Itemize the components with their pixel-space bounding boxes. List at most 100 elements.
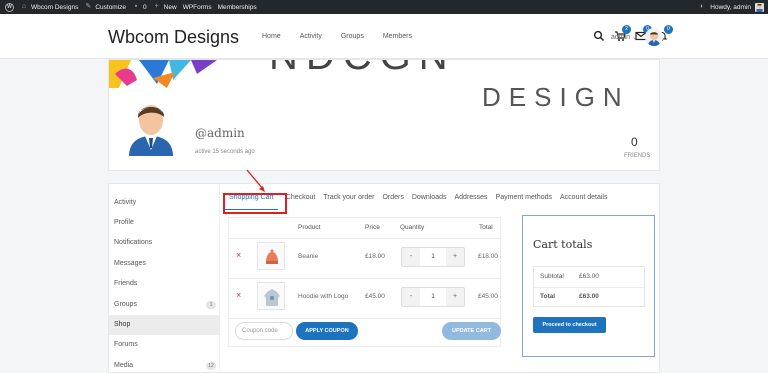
admin-bar-site-name: Wbcom Designs bbox=[31, 3, 79, 11]
tab-checkout[interactable]: Checkout bbox=[286, 194, 316, 210]
search-icon[interactable] bbox=[593, 30, 605, 42]
row-divider bbox=[229, 318, 502, 319]
admin-bar-howdy[interactable]: Howdy, admin bbox=[710, 4, 751, 11]
hoodie-icon[interactable] bbox=[257, 282, 285, 310]
admin-bar-avatar[interactable] bbox=[755, 2, 764, 12]
comment-icon: ▪ bbox=[134, 3, 138, 10]
cart-totals: Cart totals Subtotal £63.00 Total £63.00… bbox=[522, 215, 655, 357]
update-cart-button[interactable]: UPDATE CART bbox=[442, 322, 501, 340]
sidebar-item-label: Messages bbox=[114, 260, 146, 267]
cart-table: Product Price Quantity Total × Beanie £1… bbox=[228, 217, 502, 347]
profile-content: Activity Profile Notifications Messages … bbox=[108, 169, 660, 373]
friends-count[interactable]: 0 bbox=[631, 135, 638, 149]
admin-bar-memberships[interactable]: Memberships bbox=[218, 4, 257, 11]
sidebar-item-label: Friends bbox=[114, 280, 138, 287]
sidebar-item-label: Notifications bbox=[114, 239, 153, 246]
sidebar-item-friends[interactable]: Friends bbox=[109, 274, 220, 294]
profile-sidebar: Activity Profile Notifications Messages … bbox=[109, 184, 220, 373]
sidebar-item-label: Activity bbox=[114, 199, 137, 206]
admin-bar-customize-label: Customize bbox=[95, 3, 127, 11]
header-price: Price bbox=[365, 224, 380, 231]
chevron-down-icon: ⌄ bbox=[632, 34, 638, 41]
tab-account-details[interactable]: Account details bbox=[560, 194, 607, 210]
quantity-stepper[interactable]: - 1 + bbox=[401, 247, 465, 267]
notifications-badge: 0 bbox=[664, 25, 673, 34]
beanie-icon[interactable] bbox=[257, 242, 285, 270]
admin-bar: W ⌂ Wbcom Designs ✎ Customize ▪ 0 + New … bbox=[0, 0, 768, 14]
product-total: £18.00 bbox=[478, 253, 498, 260]
shop-tabs: Shopping Cart Checkout Track your order … bbox=[225, 194, 615, 210]
brush-icon: ✎ bbox=[85, 3, 92, 10]
annotation-arrow-icon bbox=[246, 169, 265, 192]
wordpress-logo-icon[interactable]: W bbox=[5, 2, 14, 12]
admin-bar-comments[interactable]: ▪ 0 bbox=[132, 3, 147, 11]
tab-track-order[interactable]: Track your order bbox=[323, 194, 374, 210]
tab-payment-methods[interactable]: Payment methods bbox=[496, 194, 552, 210]
admin-bar-memberships-label: Memberships bbox=[217, 3, 257, 11]
sidebar-item-profile[interactable]: Profile bbox=[109, 213, 220, 233]
coupon-code-input[interactable]: Coupon code bbox=[235, 322, 293, 340]
cart-totals-title: Cart totals bbox=[533, 238, 593, 251]
tab-addresses[interactable]: Addresses bbox=[454, 194, 487, 210]
subtotal-label: Subtotal bbox=[540, 273, 564, 280]
remove-item-icon[interactable]: × bbox=[236, 250, 241, 260]
row-divider bbox=[229, 238, 502, 239]
quantity-plus-button[interactable]: + bbox=[446, 288, 464, 306]
tab-shopping-cart[interactable]: Shopping Cart bbox=[225, 194, 278, 210]
cover-logo-text-top: NDCGN bbox=[269, 60, 456, 79]
apply-coupon-button[interactable]: APPLY COUPON bbox=[296, 322, 358, 340]
sidebar-item-media[interactable]: Media 12 bbox=[109, 356, 220, 373]
admin-bar-wpforms-label: WPForms bbox=[182, 3, 212, 11]
site-title[interactable]: Wbcom Designs bbox=[108, 27, 239, 48]
nav-home[interactable]: Home bbox=[262, 33, 281, 40]
header-product: Product bbox=[298, 224, 321, 231]
groups-count-badge: 1 bbox=[206, 301, 216, 309]
quantity-plus-button[interactable]: + bbox=[446, 248, 464, 266]
user-menu-label: admin bbox=[611, 34, 631, 41]
total-row: Total £63.00 bbox=[534, 287, 646, 307]
admin-bar-comments-count: 0 bbox=[143, 3, 147, 11]
product-name[interactable]: Hoodie with Logo bbox=[298, 293, 348, 300]
quantity-value[interactable]: 1 bbox=[420, 248, 446, 266]
admin-bar-site[interactable]: ⌂ Wbcom Designs bbox=[20, 3, 78, 11]
sidebar-item-forums[interactable]: Forums bbox=[109, 335, 220, 355]
friends-label: FRIENDS bbox=[624, 153, 651, 159]
sidebar-item-groups[interactable]: Groups 1 bbox=[109, 295, 220, 315]
sidebar-item-label: Profile bbox=[114, 219, 134, 226]
sidebar-item-label: Media bbox=[114, 362, 134, 369]
profile-last-active: active 15 seconds ago bbox=[195, 149, 255, 155]
nav-groups[interactable]: Groups bbox=[341, 33, 364, 40]
remove-item-icon[interactable]: × bbox=[236, 290, 241, 300]
subtotal-value: £63.00 bbox=[579, 273, 599, 280]
admin-bar-wpforms[interactable]: WPForms bbox=[183, 4, 212, 11]
theme-toggle-icon[interactable]: ◐ bbox=[698, 3, 706, 11]
profile-header: NDCGN DESIGN @admin active 15 seconds ag… bbox=[108, 59, 660, 171]
nav-members[interactable]: Members bbox=[383, 33, 412, 40]
sidebar-item-activity[interactable]: Activity bbox=[109, 193, 220, 213]
main-nav: Home Activity Groups Members bbox=[262, 33, 431, 40]
admin-bar-customize[interactable]: ✎ Customize bbox=[84, 3, 126, 11]
header-quantity: Quantity bbox=[400, 224, 425, 231]
quantity-value[interactable]: 1 bbox=[420, 288, 446, 306]
quantity-stepper[interactable]: - 1 + bbox=[401, 287, 465, 307]
home-icon: ⌂ bbox=[21, 3, 27, 10]
sidebar-item-notifications[interactable]: Notifications bbox=[109, 233, 220, 253]
proceed-to-checkout-button[interactable]: Proceed to checkout bbox=[533, 317, 606, 333]
admin-bar-new[interactable]: + New bbox=[153, 3, 177, 11]
row-divider bbox=[229, 278, 502, 279]
tab-orders[interactable]: Orders bbox=[382, 194, 403, 210]
product-name[interactable]: Beanie bbox=[298, 253, 318, 260]
cover-logo-text: DESIGN bbox=[482, 82, 630, 112]
header-avatar[interactable] bbox=[645, 28, 663, 46]
profile-avatar[interactable] bbox=[119, 94, 183, 156]
nav-activity[interactable]: Activity bbox=[300, 33, 322, 40]
cart-totals-table: Subtotal £63.00 Total £63.00 bbox=[533, 266, 645, 307]
quantity-minus-button[interactable]: - bbox=[402, 248, 420, 266]
quantity-minus-button[interactable]: - bbox=[402, 288, 420, 306]
profile-username: @admin bbox=[195, 126, 245, 140]
user-menu[interactable]: admin ⌄ bbox=[611, 33, 638, 41]
admin-bar-new-label: New bbox=[163, 3, 177, 11]
tab-downloads[interactable]: Downloads bbox=[412, 194, 447, 210]
sidebar-item-messages[interactable]: Messages bbox=[109, 254, 220, 274]
sidebar-item-shop[interactable]: Shop bbox=[109, 315, 220, 335]
